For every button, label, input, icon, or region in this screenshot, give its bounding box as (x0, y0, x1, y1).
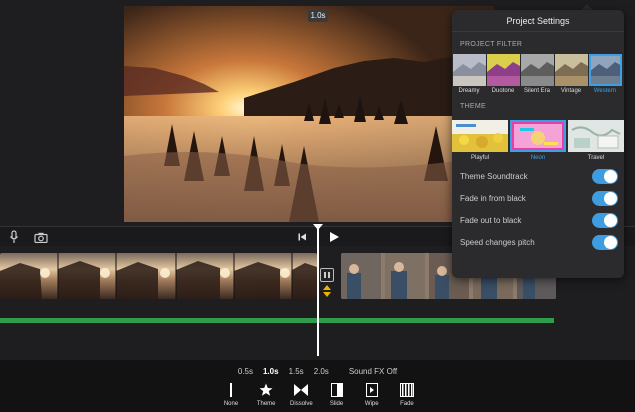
filter-list: Dreamy Duotone Silent Era Vintage Wester… (452, 52, 624, 94)
toggle-knob (604, 213, 617, 227)
transition-slide[interactable]: Slide (320, 382, 354, 410)
transition-theme[interactable]: Theme (249, 382, 283, 410)
theme-neon[interactable]: Neon (510, 120, 566, 161)
transition-label: Slide (329, 401, 344, 407)
toggle-label: Fade in from black (460, 193, 526, 203)
transition-none[interactable]: None (214, 382, 248, 410)
duration-options: 0.5s 1.0s 1.5s 2.0s Sound FX Off (0, 366, 635, 378)
speed-pitch-toggle[interactable] (592, 234, 618, 250)
transition-label: None (223, 401, 239, 407)
transition-dissolve[interactable]: Dissolve (284, 382, 318, 410)
audio-track[interactable] (0, 318, 554, 323)
sound-fx-toggle[interactable]: Sound FX Off (349, 366, 397, 378)
fade-out-toggle[interactable] (592, 212, 618, 228)
filter-thumbnail (520, 54, 554, 86)
theme-label: Travel (587, 155, 605, 161)
transition-panel: 0.5s 1.0s 1.5s 2.0s Sound FX Off None Th… (0, 360, 635, 412)
video-clip-sunrise[interactable] (0, 253, 317, 299)
toggle-label: Fade out to black (460, 215, 522, 225)
duration-option-0[interactable]: 0.5s (238, 366, 253, 378)
filter-thumbnail (554, 54, 588, 86)
theme-thumbnail (452, 120, 508, 152)
star-icon (258, 382, 274, 398)
popover-title: Project Settings (452, 10, 624, 32)
filter-dreamy[interactable]: Dreamy (452, 54, 486, 94)
filter-thumbnail (486, 54, 520, 86)
filter-label: Silent Era (523, 88, 550, 94)
transition-label: Wipe (364, 401, 379, 407)
theme-thumbnail (568, 120, 624, 152)
theme-thumbnail (510, 120, 566, 152)
camera-icon[interactable] (33, 229, 49, 245)
video-preview[interactable] (124, 6, 494, 222)
duration-option-3[interactable]: 2.0s (314, 366, 329, 378)
theme-playful[interactable]: Playful (452, 120, 508, 161)
duration-option-1[interactable]: 1.0s (263, 366, 279, 378)
filter-label: Western (593, 88, 617, 94)
transition-label: Fade (400, 401, 414, 407)
fade-out-row: Fade out to black (452, 209, 624, 231)
filter-silent-era[interactable]: Silent Era (520, 54, 554, 94)
transition-label: Theme (256, 401, 276, 407)
transition-button[interactable] (320, 268, 334, 282)
transition-label: Dissolve (290, 401, 313, 407)
filter-thumbnail (452, 54, 486, 86)
imovie-editor: 1.0s 0.5s 1.0s 1.5s 2.0s Sound FX Off No… (0, 0, 635, 412)
fade-in-row: Fade in from black (452, 187, 624, 209)
toggle-label: Theme Soundtrack (460, 171, 528, 181)
trim-handle-icon[interactable] (321, 284, 333, 298)
filter-label: Vintage (560, 88, 582, 94)
fade-icon (399, 382, 415, 398)
theme-list: Playful Neon Travel (452, 114, 624, 161)
transition-options: None Theme Dissolve Slide Wipe Fade (214, 382, 424, 410)
transition-fade[interactable]: Fade (390, 382, 424, 410)
none-icon (223, 382, 239, 398)
filter-label: Duotone (491, 88, 515, 94)
slide-icon (329, 382, 345, 398)
filter-western[interactable]: Western (588, 54, 622, 94)
filter-duotone[interactable]: Duotone (486, 54, 520, 94)
theme-travel[interactable]: Travel (568, 120, 624, 161)
duration-option-2[interactable]: 1.5s (289, 366, 304, 378)
theme-soundtrack-toggle[interactable] (592, 168, 618, 184)
transition-wipe[interactable]: Wipe (355, 382, 389, 410)
toggle-label: Speed changes pitch (460, 237, 535, 247)
skip-to-start-icon[interactable] (294, 229, 310, 245)
filter-label: Dreamy (458, 88, 480, 94)
microphone-icon[interactable] (6, 229, 22, 245)
time-badge: 1.0s (308, 10, 328, 22)
speed-pitch-row: Speed changes pitch (452, 231, 624, 253)
dissolve-icon (293, 382, 309, 398)
project-settings-popover: Project Settings PROJECT FILTER Dreamy D… (452, 10, 624, 278)
toggle-knob (604, 191, 617, 205)
theme-label: Playful (470, 155, 489, 161)
theme-label: Neon (530, 155, 546, 161)
fade-in-toggle[interactable] (592, 190, 618, 206)
toggle-knob (604, 169, 617, 183)
filter-vintage[interactable]: Vintage (554, 54, 588, 94)
theme-section-label: THEME (460, 103, 486, 110)
play-icon[interactable] (326, 229, 342, 245)
filter-thumbnail (588, 54, 622, 86)
theme-soundtrack-row: Theme Soundtrack (452, 165, 624, 187)
playhead-line[interactable] (317, 229, 319, 356)
wipe-icon (364, 382, 380, 398)
toggle-knob (604, 235, 617, 249)
filter-section-label: PROJECT FILTER (460, 41, 523, 48)
